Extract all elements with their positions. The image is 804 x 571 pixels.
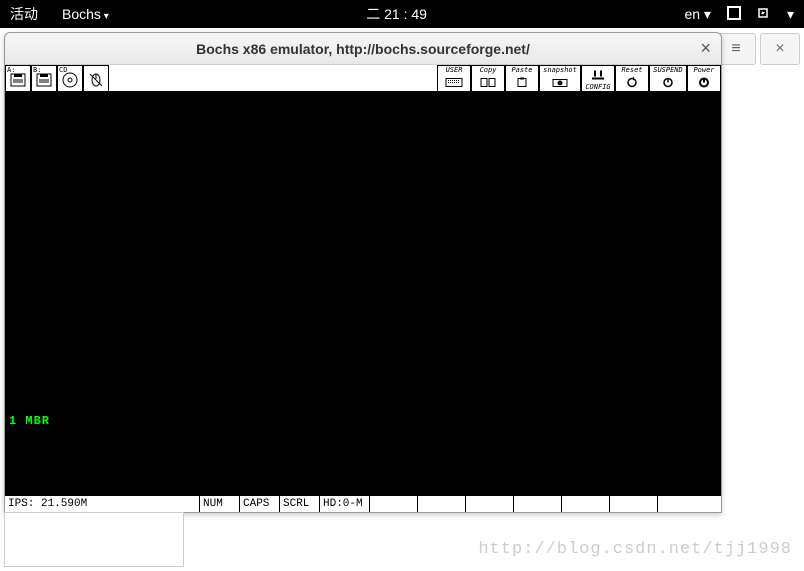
reset-icon (623, 74, 641, 91)
clock[interactable]: 二 21 : 49 (109, 4, 685, 24)
keyboard-icon (445, 74, 463, 91)
status-empty (658, 496, 706, 512)
desktop-topbar: 活动 Bochs 二 21 : 49 en ▾ ▾ (0, 0, 804, 28)
user-button[interactable]: USER (437, 65, 471, 92)
close-icon[interactable]: × (700, 38, 711, 59)
power-button[interactable]: Power (687, 65, 721, 92)
floppy-b-button[interactable]: B: (31, 65, 57, 92)
window-titlebar[interactable]: Bochs x86 emulator, http://bochs.sourcef… (5, 33, 721, 65)
snapshot-button[interactable]: snapshot (539, 65, 581, 92)
mouse-icon (87, 70, 105, 88)
config-button[interactable]: CONFIG (581, 65, 615, 92)
status-empty (514, 496, 562, 512)
screen-icon[interactable] (727, 6, 741, 23)
status-ips: IPS: 21.590M (5, 496, 200, 512)
status-scrl: SCRL (280, 496, 320, 512)
activities-button[interactable]: 活动 (10, 4, 38, 24)
copy-icon (479, 74, 497, 91)
suspend-icon (659, 74, 677, 91)
background-panel (4, 512, 184, 567)
watermark-text: http://blog.csdn.net/tjj1998 (478, 540, 792, 559)
status-num: NUM (200, 496, 240, 512)
reset-button[interactable]: Reset (615, 65, 649, 92)
config-icon (589, 66, 607, 83)
bochs-toolbar: A: B: CD USER Copy (5, 65, 721, 92)
status-empty (370, 496, 418, 512)
status-empty (466, 496, 514, 512)
status-empty (562, 496, 610, 512)
status-bar: IPS: 21.590M NUM CAPS SCRL HD:0-M (5, 495, 721, 512)
power-icon (695, 74, 713, 91)
bochs-window: Bochs x86 emulator, http://bochs.sourcef… (4, 32, 722, 513)
window-title: Bochs x86 emulator, http://bochs.sourcef… (5, 41, 721, 57)
paste-icon (513, 74, 531, 91)
copy-button[interactable]: Copy (471, 65, 505, 92)
battery-icon[interactable] (757, 6, 771, 23)
emulator-display[interactable]: 1 MBR (5, 92, 721, 495)
status-empty (610, 496, 658, 512)
input-lang[interactable]: en ▾ (684, 6, 711, 23)
status-caps: CAPS (240, 496, 280, 512)
paste-button[interactable]: Paste (505, 65, 539, 92)
system-menu-caret[interactable]: ▾ (787, 6, 794, 23)
mouse-capture-button[interactable] (83, 65, 109, 92)
status-empty (418, 496, 466, 512)
suspend-button[interactable]: SUSPEND (649, 65, 687, 92)
console-text: 1 MBR (9, 414, 50, 428)
floppy-a-button[interactable]: A: (5, 65, 31, 92)
close-tab-icon[interactable]: × (760, 33, 800, 65)
camera-icon (551, 74, 569, 91)
hamburger-icon[interactable]: ≡ (716, 33, 756, 65)
cdrom-button[interactable]: CD (57, 65, 83, 92)
status-hd: HD:0-M (320, 496, 370, 512)
app-menu[interactable]: Bochs (62, 6, 109, 22)
